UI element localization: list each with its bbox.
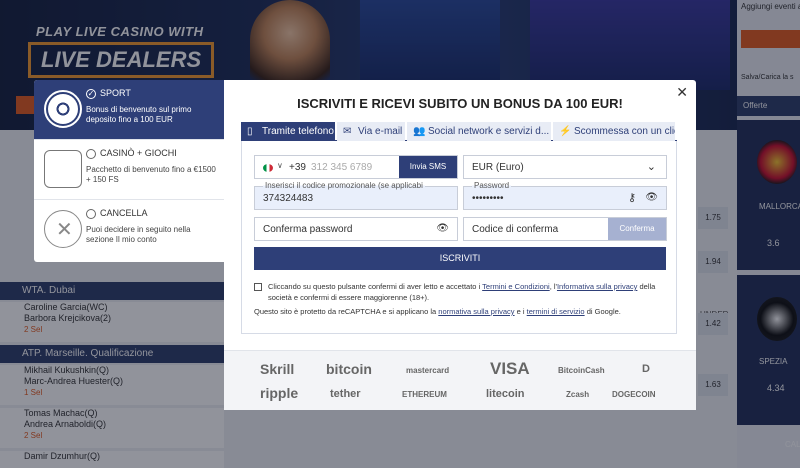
mail-icon: ✉ [343,126,352,137]
mastercard-logo: mastercard [406,366,450,375]
promo-code-label: Inserisci il codice promozionale (se app… [263,181,425,190]
tab-email[interactable]: ✉ Via e-mail [337,122,405,141]
option-description: Bonus di benvenuto sul primo deposito fi… [86,105,192,124]
google-privacy-link[interactable]: normativa sulla privacy [438,307,514,316]
password-label: Password [472,181,512,190]
terms-link[interactable]: Termini e Condizioni [482,282,550,291]
google-terms-link[interactable]: termini di servizio [527,307,585,316]
visa-logo: VISA [490,359,530,378]
option-title: SPORT [100,88,131,98]
zcash-logo: Zcash [566,390,590,399]
bitcoin-logo: bitcoin [326,361,372,377]
registration-modal: ✕ ISCRIVITI E RICEVI SUBITO UN BONUS DA … [224,80,696,410]
ripple-logo: ripple [260,385,299,401]
skrill-logo: Skrill [260,361,295,377]
confirm-password-placeholder: Conferma password [263,224,353,235]
dogecoin-logo: DOGECOIN [612,390,656,399]
bolt-icon: ⚡ [559,126,572,137]
register-button[interactable]: ISCRIVITI [254,247,666,270]
password-value: ••••••••• [472,193,504,204]
password-field[interactable]: Password ••••••••• ⚷ 👁 [463,181,667,210]
option-title: CASINÒ + GIOCHI [100,148,177,158]
modal-title: ISCRIVITI E RICEVI SUBITO UN BONUS DA 10… [297,96,623,111]
payment-methods: Skrill bitcoin mastercard VISA BitcoinCa… [224,350,696,410]
tab-phone[interactable]: ▯ Tramite telefono [241,122,335,141]
option-sport[interactable]: ✓ SPORT Bonus di benvenuto sul primo dep… [34,80,224,140]
recaptcha-notice: Questo sito è protetto da reCAPTCHA e si… [254,307,621,316]
dice-icon [44,150,82,188]
litecoin-logo: litecoin [486,388,525,400]
chevron-down-icon[interactable]: ∨ [277,161,283,170]
radio-icon[interactable] [86,209,96,219]
chevron-down-icon: ⌄ [646,161,656,173]
people-icon: 👥 [413,126,426,137]
promo-code-value: 374324483 [263,193,314,204]
soccer-ball-icon [44,90,82,128]
confirmation-code-placeholder: Codice di conferma [472,224,559,235]
promo-code-field[interactable]: Inserisci il codice promozionale (se app… [254,181,458,210]
eye-icon[interactable]: 👁 [645,192,658,203]
option-cancel[interactable]: ✕ CANCELLA Puoi decidere in seguito nell… [34,200,224,260]
terms-consent: Cliccando su questo pulsante confermi di… [254,281,666,303]
italy-flag-icon[interactable] [263,164,273,172]
ethereum-logo: ETHEREUM [402,390,447,399]
confirmation-code-field[interactable]: Codice di conferma Conferma [463,217,667,241]
registration-tabs: ▯ Tramite telefono ✉ Via e-mail 👥 Social ne… [241,122,677,141]
eye-icon[interactable]: 👁 [436,223,449,234]
send-sms-button[interactable]: Invia SMS [399,156,457,178]
tab-social[interactable]: 👥 Social network e servizi d... [407,122,551,141]
cancel-icon: ✕ [44,210,82,248]
option-title: CANCELLA [100,208,148,218]
phone-icon: ▯ [247,126,253,137]
bonus-options-panel: ✓ SPORT Bonus di benvenuto sul primo dep… [34,80,224,262]
dash-logo: D [642,363,650,375]
tab-one-click[interactable]: ⚡ Scommessa con un clic [553,122,675,141]
tether-logo: tether [330,388,361,400]
confirm-button[interactable]: Conferma [608,218,666,240]
registration-form: ∨ +39 312 345 6789 Invia SMS EUR (Euro) … [241,141,677,334]
currency-value: EUR (Euro) [472,162,524,173]
option-description: Puoi decidere in seguito nella sezione I… [86,225,191,244]
privacy-link[interactable]: Informativa sulla privacy [557,282,637,291]
option-casino[interactable]: CASINÒ + GIOCHI Pacchetto di benvenuto f… [34,140,224,200]
phone-placeholder: 312 345 6789 [311,162,373,173]
phone-field[interactable]: ∨ +39 312 345 6789 Invia SMS [254,155,458,179]
phone-prefix: +39 [289,162,306,173]
radio-icon[interactable] [86,149,96,159]
currency-select[interactable]: EUR (Euro) ⌄ [463,155,667,179]
key-icon[interactable]: ⚷ [628,191,636,204]
terms-checkbox[interactable] [254,283,262,291]
confirm-password-field[interactable]: Conferma password 👁 [254,217,458,241]
radio-selected-icon[interactable]: ✓ [86,89,96,99]
bitcoincash-logo: BitcoinCash [558,366,605,375]
option-description: Pacchetto di benvenuto fino a €1500 + 15… [86,165,216,184]
